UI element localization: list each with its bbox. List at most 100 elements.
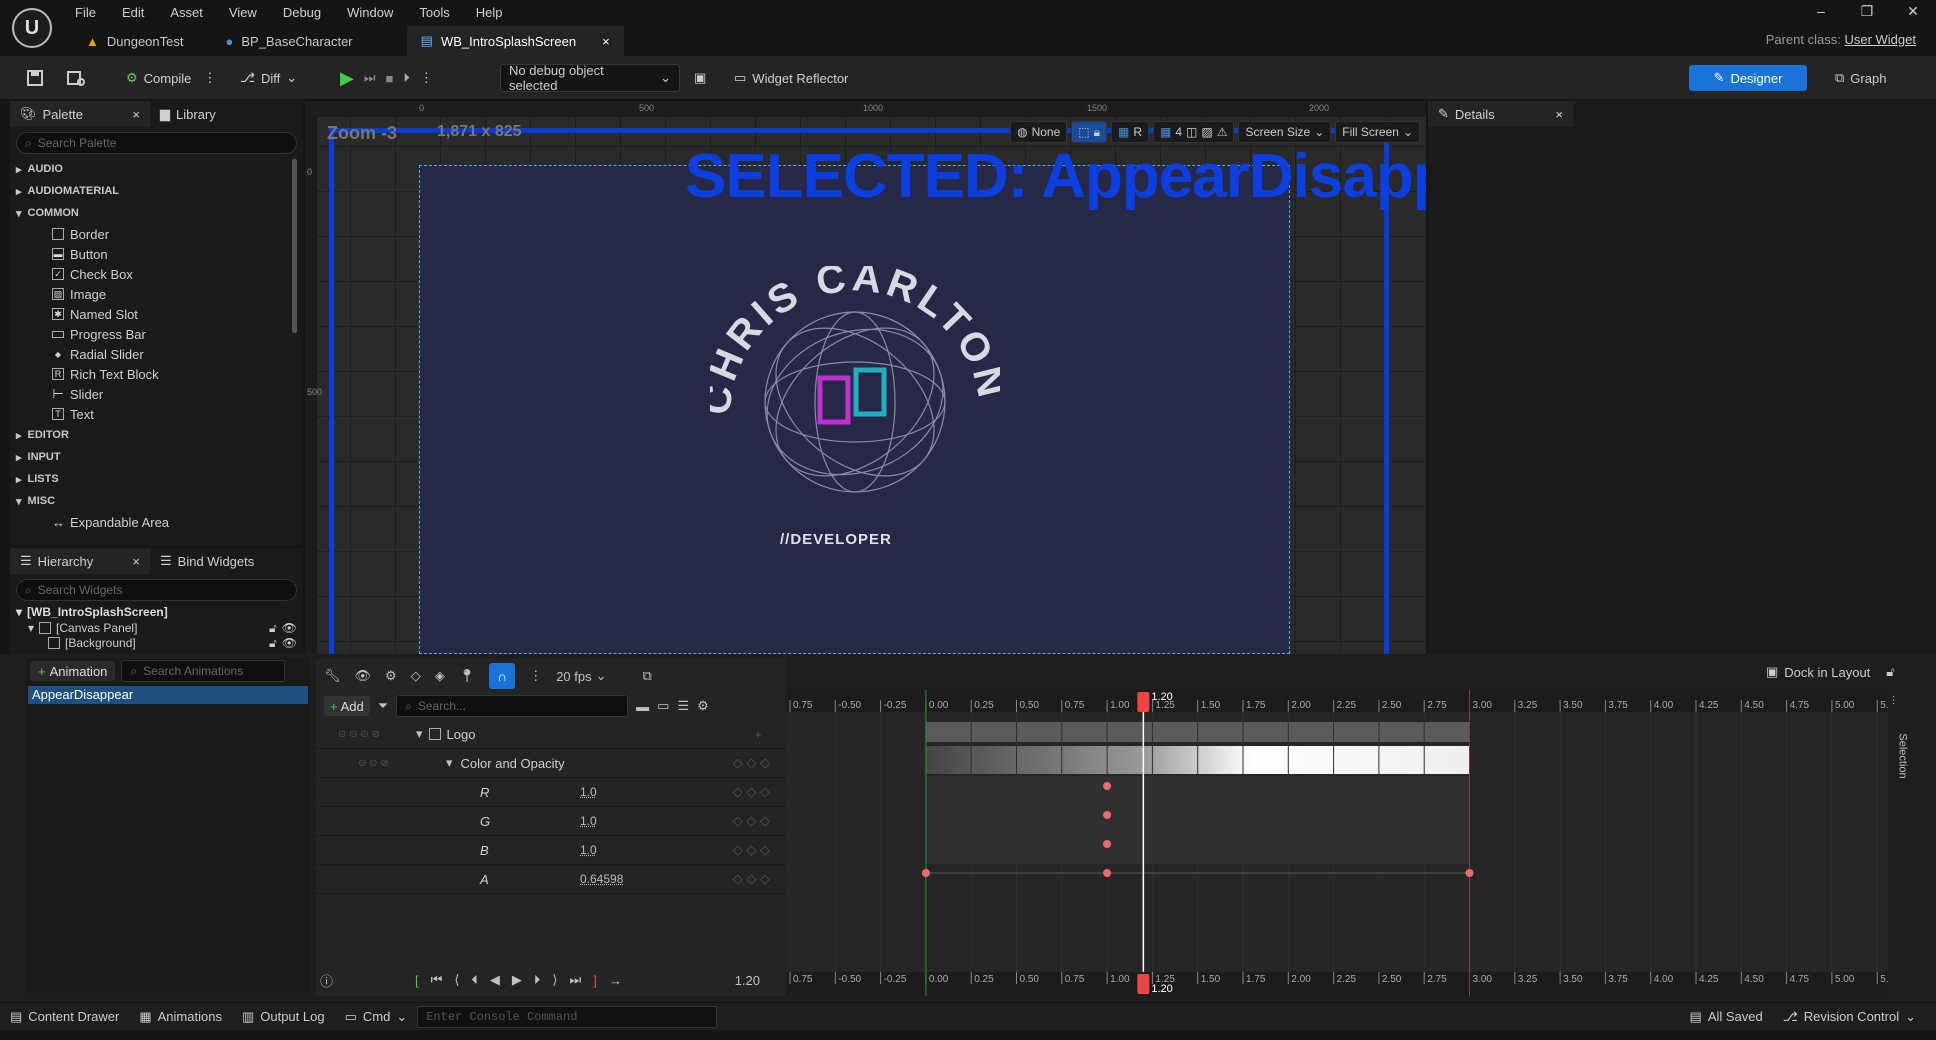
grid-snap-button[interactable]: ▦ 4 ◫ ▨ ⚠ [1153, 121, 1235, 143]
palette-item-progress-bar[interactable]: Progress Bar [10, 324, 286, 344]
debug-filter-icon[interactable]: ▣ [688, 62, 712, 94]
close-window-icon[interactable]: ✕ [1890, 3, 1936, 20]
screen-size-dropdown[interactable]: Screen Size ⌄ [1238, 121, 1332, 143]
palette-item-check-box[interactable]: ✓ Check Box [10, 264, 286, 284]
loop-icon[interactable]: → [609, 973, 622, 988]
palette-item-radial-slider[interactable]: ◆ Radial Slider [10, 344, 286, 364]
respect-locks-button[interactable]: ▦ R [1110, 121, 1149, 143]
channel-g[interactable]: G 1.0 ◇ ◇ ◇ [316, 807, 786, 836]
keyframe-nav-icon[interactable]: ◇ ◇ ◇ [733, 842, 770, 858]
expand-icon[interactable]: ▭ [657, 698, 669, 714]
jump-start-icon[interactable]: ⏮ [431, 972, 443, 988]
debug-object-dropdown[interactable]: No debug object selected ⌄ [500, 63, 680, 93]
palette-item-expandable-area[interactable]: ↔ Expandable Area [10, 512, 286, 532]
menu-tools[interactable]: Tools [419, 5, 449, 20]
menu-edit[interactable]: Edit [122, 5, 144, 20]
unreal-logo-icon[interactable]: U [12, 8, 52, 48]
palette-item-border[interactable]: Border [10, 224, 286, 244]
add-animation-button[interactable]: + Animation [30, 661, 116, 681]
palette-item-slider[interactable]: ⊢ Slider [10, 384, 286, 404]
channel-a[interactable]: A 0.64598 ◇ ◇ ◇ [316, 865, 786, 894]
key-filter-icon[interactable]: ◈ [435, 668, 445, 684]
keyframe-nav-icon[interactable]: ◇ ◇ ◇ [733, 813, 770, 829]
keyframe-icon[interactable]: ◇ [411, 668, 421, 684]
prev-key-icon[interactable]: ⟨ [454, 972, 459, 988]
locale-button[interactable]: ◍ None [1010, 121, 1068, 143]
add-track-plus-icon[interactable]: + [754, 727, 762, 742]
menu-debug[interactable]: Debug [283, 5, 321, 20]
close-tab-icon[interactable]: × [602, 34, 610, 49]
eye-icon[interactable]: 👁︎ [282, 636, 297, 650]
category-audiomaterial[interactable]: ▸ AUDIOMATERIAL [10, 180, 286, 202]
keyframe-nav-icon[interactable]: ◇ ◇ ◇ [733, 784, 770, 800]
restore-icon[interactable]: ❐ [1844, 3, 1890, 20]
play-icon[interactable]: ▶ [340, 68, 354, 89]
snap-gear-icon[interactable]: ⚙ [385, 668, 397, 684]
tab-details[interactable]: ✎ Details × [1428, 101, 1573, 127]
category-common[interactable]: ▾ COMMON [10, 202, 286, 224]
palette-scrollbar[interactable] [292, 159, 297, 333]
palette-item-named-slot[interactable]: ✱ Named Slot [10, 304, 286, 324]
all-saved-indicator[interactable]: ▤ All Saved [1680, 1009, 1773, 1025]
info-icon[interactable]: ⓘ [320, 971, 333, 990]
set-start-icon[interactable]: [ [415, 973, 419, 988]
hierarchy-item-canvas-panel[interactable]: ▾ [Canvas Panel] 🔓︎ 👁︎ [10, 620, 303, 636]
fill-screen-dropdown[interactable]: Fill Screen ⌄ [1335, 121, 1420, 143]
menu-view[interactable]: View [229, 5, 257, 20]
tab-library[interactable]: ▆ Library [150, 101, 226, 127]
play-forward-icon[interactable]: ▶ [512, 972, 522, 988]
transform-mode-button[interactable]: ⬚ 🔒︎ [1071, 121, 1107, 143]
tab-bind-widgets[interactable]: ☰ Bind Widgets [150, 548, 265, 574]
channel-r[interactable]: R 1.0 ◇ ◇ ◇ [316, 778, 786, 807]
lock-icon[interactable]: 🔓︎ [269, 636, 277, 650]
channel-b[interactable]: B 1.0 ◇ ◇ ◇ [316, 836, 786, 865]
hierarchy-item-root[interactable]: ▾ [WB_IntroSplashScreen] [10, 604, 303, 620]
close-icon[interactable]: × [132, 107, 140, 122]
step-back-icon[interactable]: ⏴ [471, 972, 478, 988]
animations-search-input[interactable]: ⌕ Search Animations [121, 660, 286, 682]
settings-gear-icon[interactable]: ⚙ [697, 698, 709, 714]
palette-search-input[interactable]: ⌕ Search Palette [16, 132, 297, 154]
cmd-dropdown[interactable]: ▭ Cmd ⌄ [335, 1009, 418, 1025]
animations-drawer-button[interactable]: ▦ Animations [129, 1009, 232, 1025]
close-icon[interactable]: × [1555, 107, 1563, 122]
track-color-opacity[interactable]: ⊙ ⊙ ⊘ ▾ Color and Opacity ◇ ◇ ◇ [316, 749, 786, 778]
step-icon[interactable]: ⏭ [364, 70, 376, 86]
parent-class-link[interactable]: User Widget [1844, 32, 1916, 47]
keyframe-nav-icon[interactable]: ◇ ◇ ◇ [733, 755, 770, 771]
selection-tab[interactable]: Selection [1897, 733, 1909, 778]
compile-options-icon[interactable]: ⋮ [203, 70, 216, 86]
widget-reflector-button[interactable]: ▭ Widget Reflector [728, 62, 854, 94]
keyframe-nav-icon[interactable]: ◇ ◇ ◇ [733, 871, 770, 887]
save-icon[interactable] [20, 62, 50, 94]
designer-canvas[interactable]: 0 500 1000 1500 2000 0 500 CHRIS CARLTON… [305, 101, 1426, 654]
eye-icon[interactable]: 👁︎ [282, 621, 297, 635]
tab-hierarchy[interactable]: ☰ Hierarchy × [10, 548, 150, 574]
diff-button[interactable]: ⎇ Diff ⌄ [234, 62, 303, 94]
step-forward-icon[interactable]: ⏵ [534, 972, 541, 988]
set-end-icon[interactable]: ] [593, 973, 597, 988]
current-time-field[interactable]: 1.20 [735, 973, 760, 988]
marker-icon[interactable]: 📍︎ [459, 668, 476, 684]
eye-icon[interactable]: 👁︎ [355, 668, 372, 684]
fps-dropdown[interactable]: 20 fps ⌄ [556, 668, 606, 684]
tab-bp-basecharacter[interactable]: ● BP_BaseCharacter [212, 26, 367, 56]
tab-palette[interactable]: 🎨︎ Palette × [10, 101, 150, 127]
curve-editor-icon[interactable]: ⧉ [643, 668, 652, 684]
magnet-icon[interactable]: ∩ [489, 663, 516, 689]
track-search-input[interactable]: ⌕ Search... [396, 695, 629, 717]
wrench-icon[interactable]: 🔧︎ [324, 668, 341, 684]
menu-help[interactable]: Help [476, 5, 503, 20]
category-editor[interactable]: ▸ EDITOR [10, 424, 286, 446]
tab-dungeontest[interactable]: ▲ DungeonTest [72, 26, 198, 56]
content-drawer-button[interactable]: ▤ Content Drawer [0, 1009, 129, 1025]
timeline-area[interactable]: 0.75 0.75 -0.50 -0.50 -0.25 -0.25 0.00 0.00 0.25… [786, 690, 1910, 996]
hierarchy-search-input[interactable]: ⌕ Search Widgets [16, 579, 297, 601]
unlock-icon[interactable]: 🔓︎ [1886, 664, 1894, 680]
category-audio[interactable]: ▸ AUDIO [10, 158, 286, 180]
channel-value[interactable]: 1.0 [580, 785, 597, 799]
collapse-icon[interactable]: ▬ [636, 699, 649, 714]
browse-asset-icon[interactable] [60, 62, 92, 94]
graph-button[interactable]: ⧉ Graph [1835, 65, 1886, 91]
category-misc[interactable]: ▾ MISC [10, 490, 286, 512]
